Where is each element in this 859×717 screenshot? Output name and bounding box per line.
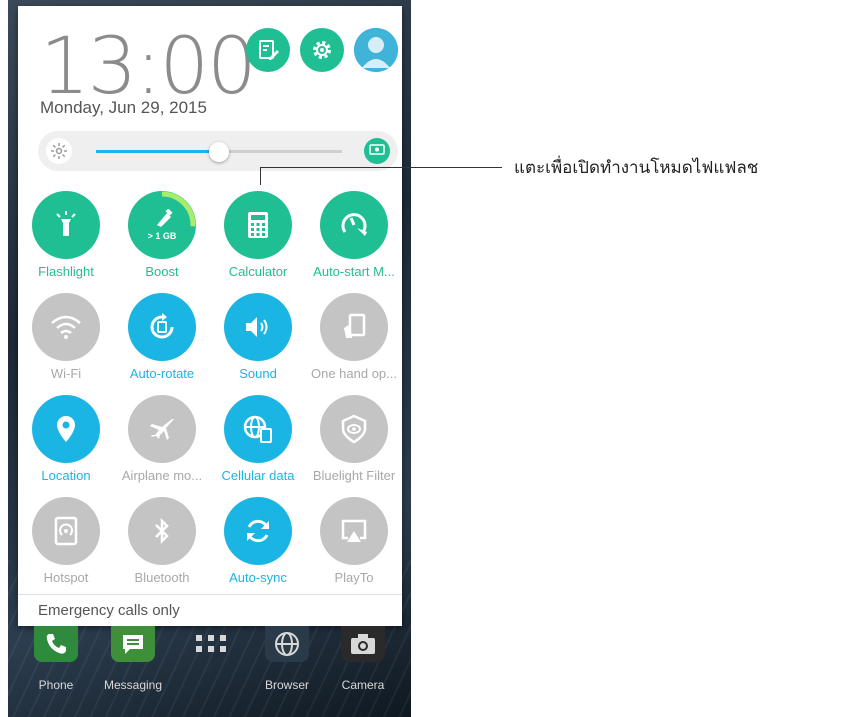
clock-time: 13:00 (40, 22, 257, 112)
tile-boost[interactable]: > 1 GB Boost (114, 186, 210, 286)
phone-screen: 13:00 Monday, Jun 29, 2015 Flashlight > 1… (8, 0, 411, 717)
callout-line-vertical (260, 167, 261, 185)
hotspot-icon[interactable] (32, 497, 100, 565)
brightness-bar (38, 131, 398, 171)
tile-flashlight[interactable]: Flashlight (18, 186, 114, 286)
emergency-status: Emergency calls only (38, 602, 180, 619)
globe-icon[interactable] (265, 626, 309, 662)
quick-settings-panel: 13:00 Monday, Jun 29, 2015 Flashlight > 1… (18, 6, 402, 626)
phone-icon[interactable] (34, 626, 78, 662)
bluelight-icon[interactable] (320, 395, 388, 463)
clock-date: Monday, Jun 29, 2015 (40, 98, 207, 117)
tile-label: PlayTo (334, 570, 374, 585)
tile-label: Calculator (228, 264, 288, 279)
cellular-data-icon[interactable] (224, 395, 292, 463)
dock-label: Camera (341, 678, 385, 692)
brightness-thumb[interactable] (209, 142, 229, 162)
playto-icon[interactable] (320, 497, 388, 565)
tile-label: One hand op... (310, 366, 397, 381)
flashlight-icon[interactable] (32, 191, 100, 259)
auto-start-icon[interactable] (320, 191, 388, 259)
tile-auto-rotate[interactable]: Auto-rotate (114, 288, 210, 388)
tile-one-hand[interactable]: One hand op... (306, 288, 402, 388)
tile-label: Auto-start M... (313, 264, 395, 279)
tile-wifi[interactable]: Wi-Fi (18, 288, 114, 388)
avatar-icon[interactable] (354, 28, 398, 72)
location-icon[interactable] (32, 395, 100, 463)
tile-location[interactable]: Location (18, 390, 114, 490)
dock-label: Messaging (103, 678, 163, 692)
app-drawer-icon[interactable] (189, 626, 233, 662)
tile-airplane[interactable]: Airplane mo... (114, 390, 210, 490)
airplane-icon[interactable] (128, 395, 196, 463)
auto-rotate-icon[interactable] (128, 293, 196, 361)
tile-label: Airplane mo... (121, 468, 203, 483)
tile-label: Hotspot (43, 570, 89, 585)
callout-line (260, 167, 502, 168)
sound-icon[interactable] (224, 293, 292, 361)
bluetooth-icon[interactable] (128, 497, 196, 565)
sync-icon[interactable] (224, 497, 292, 565)
tile-sync[interactable]: Auto-sync (210, 492, 306, 592)
tile-label: Location (41, 468, 91, 483)
tile-label: Auto-rotate (129, 366, 195, 381)
tile-playto[interactable]: PlayTo (306, 492, 402, 592)
one-hand-icon[interactable] (320, 293, 388, 361)
auto-brightness-button[interactable] (364, 138, 390, 164)
settings-icon[interactable] (300, 28, 344, 72)
tile-label: Flashlight (38, 264, 94, 279)
tile-cellular-data[interactable]: Cellular data (210, 390, 306, 490)
dock-label: Phone (38, 678, 74, 692)
camera-icon[interactable] (341, 626, 385, 662)
tile-label: Boost (145, 264, 179, 279)
tile-bluetooth[interactable]: Bluetooth (114, 492, 210, 592)
wifi-icon[interactable] (32, 293, 100, 361)
tile-label: Cellular data (221, 468, 295, 483)
calculator-icon[interactable] (224, 191, 292, 259)
tile-calculator[interactable]: Calculator (210, 186, 306, 286)
callout-text: แตะเพื่อเปิดทำงานโหมดไฟแฟลช (514, 158, 759, 178)
brightness-icon (46, 138, 72, 164)
edit-icon[interactable] (246, 28, 290, 72)
tile-hotspot[interactable]: Hotspot (18, 492, 114, 592)
messaging-icon[interactable] (111, 626, 155, 662)
boost-icon[interactable]: > 1 GB (128, 191, 196, 259)
dock-label: Browser (264, 678, 309, 692)
tile-label: Sound (239, 366, 277, 381)
tile-label: Wi-Fi (50, 366, 82, 381)
tile-label: Bluelight Filter (312, 468, 396, 483)
tile-sound[interactable]: Sound (210, 288, 306, 388)
tile-auto-start[interactable]: Auto-start M... (306, 186, 402, 286)
boost-ring (128, 191, 196, 259)
tile-label: Auto-sync (229, 570, 287, 585)
tile-bluelight[interactable]: Bluelight Filter (306, 390, 402, 490)
tile-label: Bluetooth (134, 570, 190, 585)
dock: Phone Messaging Browser Camera (8, 626, 411, 717)
divider (18, 594, 402, 595)
brightness-slider[interactable] (96, 142, 342, 162)
brightness-fill (96, 150, 219, 153)
